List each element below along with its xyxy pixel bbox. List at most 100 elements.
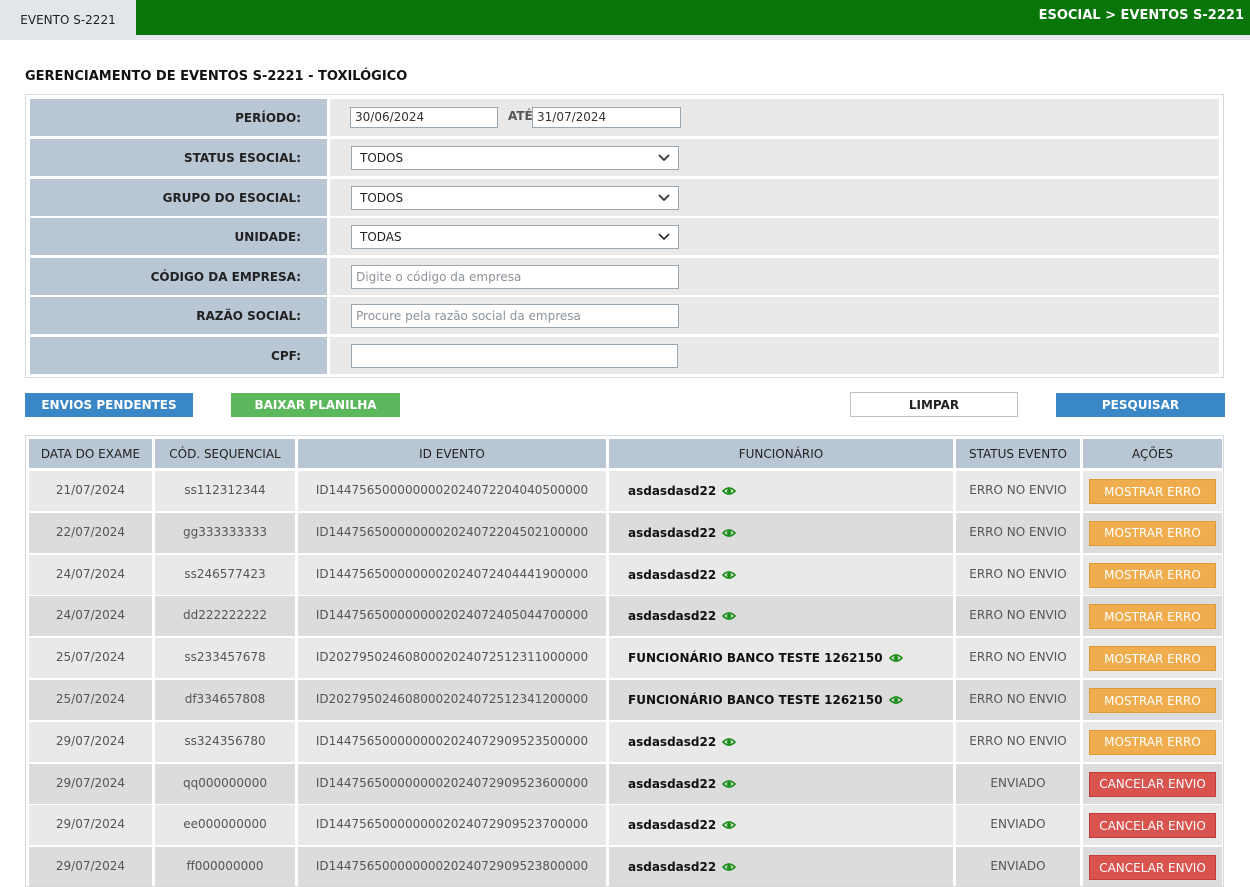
envios-pendentes-button[interactable]: ENVIOS PENDENTES (25, 393, 193, 417)
cell-cod-text: ee000000000 (183, 817, 267, 832)
cell-id: ID1447565000000002024072405044700000 (298, 596, 606, 637)
codigo-empresa-input[interactable]: Digite o código da empresa (351, 265, 679, 289)
table-row: 29/07/2024 ee000000000 ID14475650000000020… (29, 805, 1222, 846)
cell-id: ID1447565000000002024072909523700000 (298, 805, 606, 846)
cell-id: ID2027950246080002024072512311000000 (298, 638, 606, 679)
cell-id-text: ID1447565000000002024072909523800000 (315, 859, 589, 874)
col-header-acoes: AÇÕES (1083, 439, 1222, 468)
table-row: 24/07/2024 dd222222222 ID14475650000000020… (29, 596, 1222, 637)
cell-data-text: 29/07/2024 (55, 859, 126, 874)
cell-cod: dd222222222 (155, 596, 295, 637)
cell-cod-text: ss112312344 (184, 483, 266, 497)
cell-cod-text: gg333333333 (183, 524, 267, 539)
filter-row-razao: RAZÃO SOCIAL: Procure pela razão social … (30, 297, 1219, 334)
cell-id: ID1447565000000002024072909523500000 (298, 721, 606, 762)
mostrar-erro-button[interactable]: MOSTRAR ERRO (1089, 479, 1216, 504)
cell-id: ID1447565000000002024072204502100000 (298, 512, 606, 553)
cpf-input[interactable] (351, 344, 678, 368)
cell-data: 24/07/2024 (29, 596, 152, 637)
cell-data: 24/07/2024 (29, 554, 152, 595)
cell-funcionario: FUNCIONÁRIO BANCO TESTE 1262150 (609, 638, 953, 679)
cancelar-envio-button[interactable]: CANCELAR ENVIO (1089, 855, 1216, 881)
cell-funcionario-text: asdasdasd22 (628, 525, 717, 540)
grupo-select-value: TODOS (360, 191, 404, 205)
cell-cod: ss233457678 (155, 638, 295, 679)
cell-status: ENVIADO (956, 805, 1080, 846)
eye-icon[interactable] (888, 695, 903, 705)
eye-icon[interactable] (722, 570, 737, 580)
cell-status: ERRO NO ENVIO (956, 721, 1080, 762)
grupo-values: TODOS (330, 179, 1219, 216)
cell-id-text: ID1447565000000002024072909523500000 (315, 733, 589, 748)
limpar-button[interactable]: LIMPAR (850, 392, 1018, 417)
pesquisar-button[interactable]: PESQUISAR (1056, 393, 1225, 417)
cell-cod-text: dd222222222 (183, 608, 267, 623)
cancelar-envio-button[interactable]: CANCELAR ENVIO (1089, 771, 1216, 797)
cell-cod: ss246577423 (155, 554, 295, 595)
status-select-value: TODOS (360, 151, 404, 165)
status-label: STATUS ESOCIAL: (30, 139, 327, 176)
cell-funcionario-text: FUNCIONÁRIO BANCO TESTE 1262150 (628, 651, 883, 666)
eye-icon[interactable] (888, 653, 903, 663)
baixar-planilha-button[interactable]: BAIXAR PLANILHA (231, 393, 400, 417)
mostrar-erro-button[interactable]: MOSTRAR ERRO (1089, 520, 1216, 546)
cell-cod: ss324356780 (155, 721, 295, 762)
cell-status-text: ERRO NO ENVIO (969, 650, 1067, 665)
cell-funcionario-text: asdasdasd22 (628, 818, 717, 833)
eye-icon[interactable] (722, 611, 737, 621)
cell-cod-text: ss324356780 (184, 733, 266, 748)
eye-icon[interactable] (722, 737, 737, 747)
eye-icon[interactable] (722, 486, 737, 496)
col-header-data: DATA DO EXAME (29, 439, 152, 468)
cell-data-text: 21/07/2024 (55, 483, 126, 497)
unidade-select[interactable]: TODAS (351, 225, 679, 249)
cancelar-envio-button[interactable]: CANCELAR ENVIO (1089, 813, 1216, 839)
eye-icon[interactable] (722, 820, 737, 830)
chevron-down-icon (658, 233, 670, 241)
filter-row-grupo: GRUPO DO ESOCIAL: TODOS (30, 179, 1219, 216)
eventos-table: DATA DO EXAME CÓD. SEQUENCIAL ID EVENTO … (25, 435, 1224, 887)
periodo-from-input[interactable]: 30/06/2024 (350, 107, 498, 128)
codigo-label: CÓDIGO DA EMPRESA: (30, 258, 327, 295)
cell-status-text: ENVIADO (990, 817, 1046, 832)
mostrar-erro-button[interactable]: MOSTRAR ERRO (1089, 688, 1216, 713)
mostrar-erro-button[interactable]: MOSTRAR ERRO (1089, 562, 1216, 588)
cell-cod: ee000000000 (155, 805, 295, 846)
table-row: 29/07/2024 qq000000000 ID14475650000000020… (29, 763, 1222, 804)
cell-status: ERRO NO ENVIO (956, 512, 1080, 553)
table-row: 24/07/2024 ss246577423 ID14475650000000020… (29, 554, 1222, 595)
chevron-down-icon (658, 194, 670, 202)
cell-cod: ss112312344 (155, 471, 295, 511)
cell-data-text: 24/07/2024 (55, 608, 126, 623)
grupo-select[interactable]: TODOS (351, 186, 679, 210)
ate-label: ATÉ (508, 109, 533, 123)
cell-funcionario: asdasdasd22 (609, 805, 953, 846)
periodo-to-input[interactable]: 31/07/2024 (532, 107, 681, 128)
table-row: 25/07/2024 ss233457678 ID20279502460800020… (29, 638, 1222, 679)
eye-icon[interactable] (722, 779, 737, 789)
cell-data: 29/07/2024 (29, 721, 152, 762)
status-values: TODOS (330, 139, 1219, 176)
cell-data-text: 22/07/2024 (55, 524, 126, 539)
cell-status: ERRO NO ENVIO (956, 554, 1080, 595)
cell-funcionario: asdasdasd22 (609, 847, 953, 886)
cell-data: 29/07/2024 (29, 847, 152, 886)
cell-id-text: ID1447565000000002024072909523600000 (315, 775, 589, 790)
mostrar-erro-button[interactable]: MOSTRAR ERRO (1089, 604, 1216, 630)
mostrar-erro-button[interactable]: MOSTRAR ERRO (1089, 729, 1216, 755)
eye-icon[interactable] (722, 862, 737, 872)
unidade-select-value: TODAS (360, 230, 402, 244)
filters-panel: PERÍODO: 30/06/2024 ATÉ 31/07/2024 STATU… (25, 94, 1224, 378)
razao-social-input[interactable]: Procure pela razão social da empresa (351, 304, 679, 328)
tab-evento-s2221[interactable]: EVENTO S-2221 (0, 0, 136, 40)
filter-row-cpf: CPF: (30, 337, 1219, 374)
cell-data: 21/07/2024 (29, 471, 152, 511)
filter-row-periodo: PERÍODO: 30/06/2024 ATÉ 31/07/2024 (30, 99, 1219, 136)
razao-label: RAZÃO SOCIAL: (30, 297, 327, 334)
cell-id-text: ID2027950246080002024072512341200000 (315, 692, 589, 706)
status-select[interactable]: TODOS (351, 146, 679, 170)
eye-icon[interactable] (722, 528, 737, 538)
table-header: DATA DO EXAME CÓD. SEQUENCIAL ID EVENTO … (29, 439, 1222, 468)
cell-data-text: 24/07/2024 (55, 566, 126, 581)
mostrar-erro-button[interactable]: MOSTRAR ERRO (1089, 646, 1216, 672)
